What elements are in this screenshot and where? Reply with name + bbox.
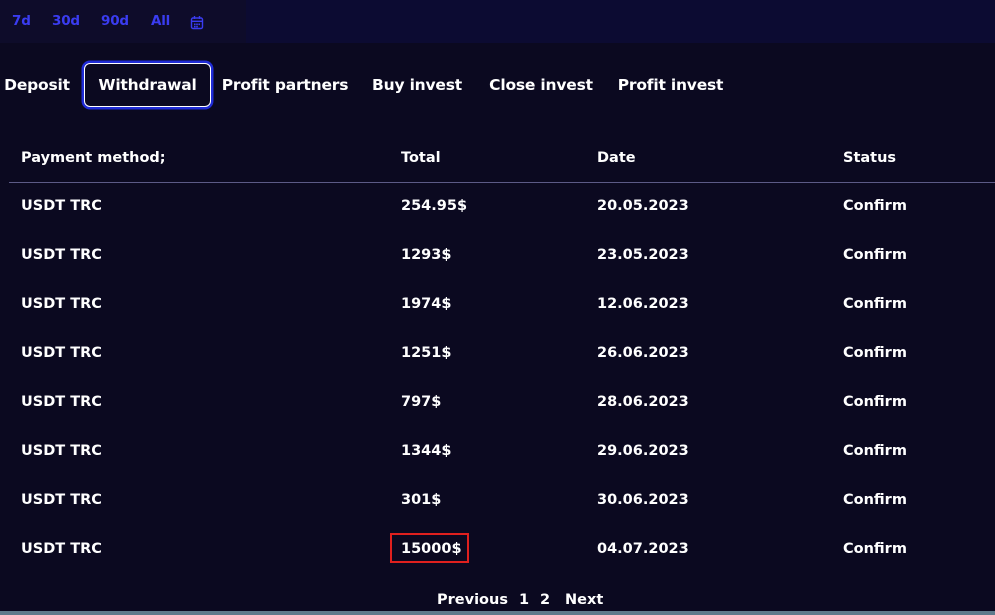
cell-total: 797$: [401, 394, 442, 410]
tab-bar: Deposit Withdrawal Profit partners Buy i…: [0, 63, 995, 107]
tab-deposit[interactable]: Deposit: [0, 63, 74, 107]
cell-total: 301$: [401, 492, 442, 508]
cell-method: USDT TRC: [21, 443, 102, 459]
cell-method: USDT TRC: [21, 394, 102, 410]
cell-total: 1293$: [401, 247, 452, 263]
cell-total: 1974$: [401, 296, 452, 312]
cell-date: 26.06.2023: [597, 345, 689, 361]
page-1-button[interactable]: 1: [519, 592, 529, 608]
table-row: USDT TRC 301$ 30.06.2023 Confirm: [9, 477, 995, 526]
cell-status: Confirm: [843, 296, 907, 312]
header-total: Total: [401, 150, 441, 166]
tab-profit-invest[interactable]: Profit invest: [617, 63, 724, 107]
period-all-button[interactable]: All: [151, 13, 170, 29]
tab-profit-partners[interactable]: Profit partners: [221, 63, 349, 107]
table-row: USDT TRC 1974$ 12.06.2023 Confirm: [9, 281, 995, 330]
cell-status: Confirm: [843, 394, 907, 410]
period-90d-button[interactable]: 90d: [101, 13, 129, 29]
cell-total: 254.95$: [401, 198, 468, 214]
cell-status: Confirm: [843, 198, 907, 214]
pagination: Previous 1 2 Next: [0, 591, 995, 611]
withdrawal-table: Payment method; Total Date Status USDT T…: [9, 135, 995, 575]
cell-date: 30.06.2023: [597, 492, 689, 508]
cell-total: 15000$: [401, 541, 462, 557]
period-30d-button[interactable]: 30d: [52, 13, 80, 29]
cell-method: USDT TRC: [21, 345, 102, 361]
cell-method: USDT TRC: [21, 492, 102, 508]
cell-total: 1251$: [401, 345, 452, 361]
next-page-button[interactable]: Next: [565, 592, 603, 608]
cell-status: Confirm: [843, 443, 907, 459]
table-row: USDT TRC 1251$ 26.06.2023 Confirm: [9, 330, 995, 379]
table-row: USDT TRC 254.95$ 20.05.2023 Confirm: [9, 183, 995, 232]
header-status: Status: [843, 150, 897, 166]
cell-status: Confirm: [843, 541, 907, 557]
cell-date: 29.06.2023: [597, 443, 689, 459]
tab-buy-invest[interactable]: Buy invest: [369, 63, 465, 107]
period-7d-button[interactable]: 7d: [12, 13, 31, 29]
cell-date: 28.06.2023: [597, 394, 689, 410]
tab-close-invest[interactable]: Close invest: [486, 63, 596, 107]
table-row: USDT TRC 1293$ 23.05.2023 Confirm: [9, 232, 995, 281]
previous-page-button[interactable]: Previous: [437, 592, 508, 608]
cell-status: Confirm: [843, 492, 907, 508]
period-filter-bar: 7d 30d 90d All: [0, 0, 246, 43]
calendar-icon[interactable]: [190, 15, 204, 30]
cell-status: Confirm: [843, 345, 907, 361]
top-panel: [246, 0, 995, 43]
page-2-button[interactable]: 2: [540, 592, 550, 608]
cell-total: 1344$: [401, 443, 452, 459]
header-date: Date: [597, 150, 636, 166]
cell-date: 20.05.2023: [597, 198, 689, 214]
page: 7d 30d 90d All Deposit Withdrawal Profit…: [0, 0, 995, 615]
cell-method: USDT TRC: [21, 198, 102, 214]
cell-method: USDT TRC: [21, 296, 102, 312]
cell-date: 04.07.2023: [597, 541, 689, 557]
cell-date: 12.06.2023: [597, 296, 689, 312]
tab-withdrawal[interactable]: Withdrawal: [84, 63, 211, 107]
table-row: USDT TRC 15000$ 04.07.2023 Confirm: [9, 526, 995, 575]
table-header: Payment method; Total Date Status: [9, 135, 995, 183]
bottom-edge: [0, 611, 995, 615]
cell-method: USDT TRC: [21, 541, 102, 557]
header-payment-method: Payment method;: [21, 150, 166, 166]
table-row: USDT TRC 797$ 28.06.2023 Confirm: [9, 379, 995, 428]
cell-status: Confirm: [843, 247, 907, 263]
table-row: USDT TRC 1344$ 29.06.2023 Confirm: [9, 428, 995, 477]
cell-date: 23.05.2023: [597, 247, 689, 263]
cell-method: USDT TRC: [21, 247, 102, 263]
